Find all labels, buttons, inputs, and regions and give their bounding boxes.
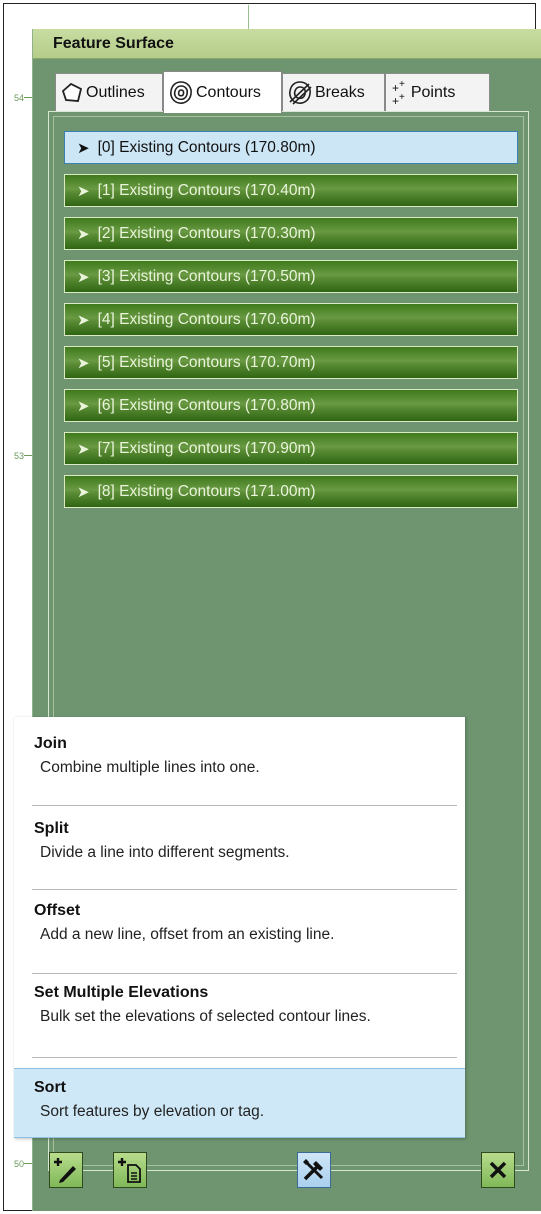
menu-item-offset[interactable]: Offset Add a new line, offset from an ex… (14, 890, 465, 972)
expand-arrow-icon[interactable]: ➤ (77, 354, 90, 372)
tools-popup-menu: Join Combine multiple lines into one. Sp… (14, 717, 465, 1138)
tools-icon (303, 1159, 324, 1181)
expand-arrow-icon[interactable]: ➤ (77, 182, 90, 200)
menu-item-join[interactable]: Join Combine multiple lines into one. (14, 717, 465, 803)
panel-titlebar[interactable]: Feature Surface (33, 29, 541, 59)
add-line-button[interactable] (49, 1152, 83, 1188)
menu-divider (32, 1057, 457, 1058)
tab-label: Contours (196, 83, 261, 101)
tab-label: Breaks (315, 83, 365, 101)
ruler-tick: 53 (14, 451, 34, 461)
tab-outlines[interactable]: Outlines (55, 73, 163, 111)
expand-arrow-icon[interactable]: ➤ (77, 483, 90, 501)
contour-row[interactable]: ➤ [5] Existing Contours (170.70m) (64, 346, 518, 379)
breaks-icon (289, 80, 312, 105)
contour-row[interactable]: ➤ [7] Existing Contours (170.90m) (64, 432, 518, 465)
expand-arrow-icon[interactable]: ➤ (77, 225, 90, 243)
contour-row[interactable]: ➤ [3] Existing Contours (170.50m) (64, 260, 518, 293)
contour-label: [0] Existing Contours (170.80m) (97, 138, 316, 156)
menu-item-description: Add a new line, offset from an existing … (40, 926, 335, 943)
panel-title: Feature Surface (53, 35, 174, 52)
tab-contours[interactable]: Contours (163, 71, 282, 113)
contour-row-selected[interactable]: ➤ [0] Existing Contours (170.80m) (64, 131, 518, 164)
menu-item-title: Split (34, 820, 69, 837)
contour-row[interactable]: ➤ [4] Existing Contours (170.60m) (64, 303, 518, 336)
tab-label: Points (410, 83, 456, 101)
contour-label: [4] Existing Contours (170.60m) (97, 310, 316, 328)
ruler-label: 53 (14, 451, 25, 461)
contour-label: [6] Existing Contours (170.80m) (97, 396, 316, 414)
menu-item-title: Sort (34, 1079, 66, 1096)
contour-row[interactable]: ➤ [6] Existing Contours (170.80m) (64, 389, 518, 422)
close-icon (489, 1161, 507, 1179)
tab-points[interactable]: ++ ++ Points (385, 73, 490, 111)
menu-item-sort[interactable]: Sort Sort features by elevation or tag. (14, 1068, 465, 1138)
contour-label: [1] Existing Contours (170.40m) (97, 181, 316, 199)
contours-icon (170, 80, 192, 104)
add-pencil-icon (54, 1158, 76, 1183)
bottom-toolbar (14, 1142, 539, 1202)
tab-label: Outlines (86, 83, 145, 101)
expand-arrow-icon[interactable]: ➤ (77, 268, 90, 286)
contour-row[interactable]: ➤ [8] Existing Contours (171.00m) (64, 475, 518, 508)
menu-item-title: Set Multiple Elevations (34, 984, 209, 1001)
contour-label: [8] Existing Contours (171.00m) (97, 482, 316, 500)
contour-label: [2] Existing Contours (170.30m) (97, 224, 316, 242)
ruler-label: 54 (14, 93, 25, 103)
menu-item-title: Offset (34, 902, 81, 919)
tools-button[interactable] (297, 1152, 331, 1188)
menu-item-title: Join (34, 735, 67, 752)
expand-arrow-icon[interactable]: ➤ (77, 139, 90, 157)
menu-item-description: Bulk set the elevations of selected cont… (40, 1008, 371, 1025)
contour-label: [7] Existing Contours (170.90m) (97, 439, 316, 457)
expand-arrow-icon[interactable]: ➤ (77, 440, 90, 458)
menu-item-description: Combine multiple lines into one. (40, 759, 260, 776)
ruler-tick: 54 (14, 93, 34, 103)
add-document-button[interactable] (113, 1152, 147, 1188)
menu-item-description: Divide a line into different segments. (40, 844, 290, 861)
points-icon: ++ ++ (392, 78, 405, 108)
menu-item-split[interactable]: Split Divide a line into different segme… (14, 806, 465, 888)
menu-item-set-multiple-elevations[interactable]: Set Multiple Elevations Bulk set the ele… (14, 974, 465, 1056)
tab-breaks[interactable]: Breaks (282, 73, 385, 111)
outline-shape-icon (61, 82, 83, 102)
contour-label: [3] Existing Contours (170.50m) (97, 267, 316, 285)
contour-label: [5] Existing Contours (170.70m) (97, 353, 316, 371)
expand-arrow-icon[interactable]: ➤ (77, 311, 90, 329)
contour-row[interactable]: ➤ [2] Existing Contours (170.30m) (64, 217, 518, 250)
expand-arrow-icon[interactable]: ➤ (77, 397, 90, 415)
add-document-icon (118, 1158, 141, 1183)
contour-row[interactable]: ➤ [1] Existing Contours (170.40m) (64, 174, 518, 207)
menu-item-description: Sort features by elevation or tag. (40, 1103, 265, 1120)
close-button[interactable] (481, 1152, 515, 1188)
